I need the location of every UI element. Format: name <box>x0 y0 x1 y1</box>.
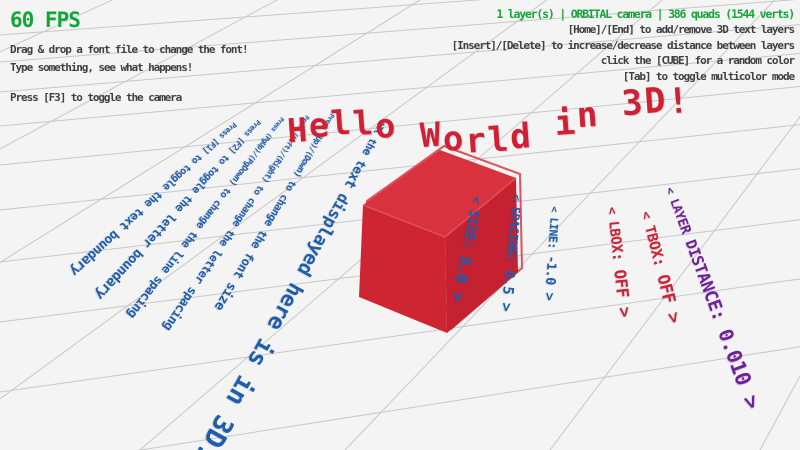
app-window[interactable]: Press [F1] to toggle the text boundaryPr… <box>0 0 800 450</box>
help-add-layers: [Home]/[End] to add/remove 3D text layer… <box>452 22 794 38</box>
hint-drag-drop: Drag & drop a font file to change the fo… <box>10 41 247 59</box>
hud-left: 60 FPS Drag & drop a font file to change… <box>10 8 247 107</box>
hint-camera-toggle: Press [F3] to toggle the camera <box>10 89 247 107</box>
fps-counter: 60 FPS <box>10 8 247 32</box>
hud-right: 1 layer(s) | ORBITAL camera | 386 quads … <box>452 6 794 84</box>
status-bar: 1 layer(s) | ORBITAL camera | 386 quads … <box>452 6 794 22</box>
help-layer-distance: [Insert]/[Delete] to increase/decrease d… <box>452 38 794 54</box>
help-multicolor: [Tab] to toggle multicolor mode <box>452 69 794 85</box>
help-cube-color: click the [CUBE] for a random color <box>452 53 794 69</box>
hint-type: Type something, see what happens! <box>10 59 247 77</box>
